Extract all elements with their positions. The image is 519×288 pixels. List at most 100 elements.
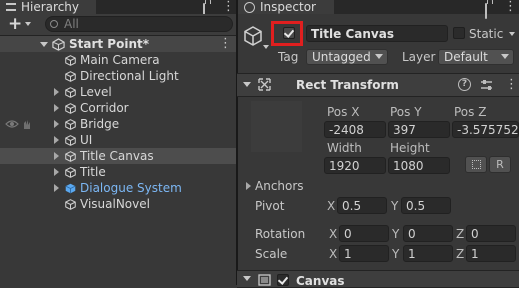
layer-dropdown[interactable]: Default bbox=[438, 49, 514, 65]
rotation-x-field[interactable]: 0 bbox=[339, 225, 389, 242]
more-options-icon[interactable]: ⋮ bbox=[222, 0, 235, 13]
rotation-y-field[interactable]: 0 bbox=[403, 225, 453, 242]
pos-x-label: Pos X bbox=[327, 105, 360, 119]
hierarchy-item-title-canvas[interactable]: Title Canvas bbox=[0, 148, 237, 164]
chevron-down-icon bbox=[25, 22, 32, 26]
rotation-y-label: Y bbox=[392, 227, 400, 241]
hierarchy-item-main-camera[interactable]: Main Camera bbox=[0, 52, 237, 68]
hierarchy-item-level[interactable]: Level bbox=[0, 84, 237, 100]
object-name: Title Canvas bbox=[311, 26, 394, 41]
scale-z-value: 1 bbox=[471, 246, 479, 261]
pos-y-field[interactable]: 397 bbox=[388, 121, 450, 138]
expand-arrow-icon[interactable] bbox=[54, 136, 59, 144]
rect-transform-title: Rect Transform bbox=[296, 78, 399, 92]
lock-icon[interactable] bbox=[485, 3, 487, 19]
pos-z-field[interactable]: -3.575752 bbox=[452, 121, 519, 138]
inspector-tab[interactable]: Inspector bbox=[238, 0, 334, 14]
scale-x-field[interactable]: 1 bbox=[339, 245, 389, 262]
hierarchy-item-bridge[interactable]: Bridge bbox=[0, 116, 237, 132]
collapse-arrow-icon[interactable] bbox=[243, 276, 251, 281]
item-label: UI bbox=[80, 133, 93, 147]
width-field[interactable]: 1920 bbox=[324, 157, 386, 174]
static-checkbox[interactable] bbox=[453, 27, 465, 39]
dotted-square-icon bbox=[471, 160, 481, 169]
gameobject-cube-icon bbox=[65, 54, 76, 66]
width-label: Width bbox=[327, 141, 362, 155]
expand-arrow-icon[interactable] bbox=[40, 41, 48, 47]
tag-dropdown[interactable]: Untagged bbox=[306, 49, 388, 65]
pivot-label: Pivot bbox=[255, 199, 285, 213]
scene-row[interactable]: Start Point* bbox=[0, 36, 237, 52]
help-icon[interactable]: ? bbox=[458, 78, 471, 91]
blueprint-mode-button[interactable] bbox=[465, 156, 487, 173]
pos-x-field[interactable]: -2408 bbox=[324, 121, 386, 138]
rotation-z-label: Z bbox=[456, 227, 465, 241]
preset-sliders-icon[interactable] bbox=[480, 79, 493, 91]
gameobject-cube-icon bbox=[65, 102, 76, 114]
hierarchy-item-visualnovel[interactable]: VisualNovel bbox=[0, 196, 237, 212]
checkmark-icon bbox=[283, 27, 295, 38]
canvas-icon bbox=[258, 274, 271, 286]
gameobject-cube-icon bbox=[65, 118, 76, 130]
hierarchy-tab[interactable]: Hierarchy bbox=[0, 0, 96, 14]
expand-arrow-icon[interactable] bbox=[54, 88, 59, 96]
hierarchy-tab-label: Hierarchy bbox=[21, 0, 80, 14]
collapse-arrow-icon[interactable] bbox=[243, 82, 251, 87]
item-label: Bridge bbox=[80, 117, 120, 131]
object-name-field[interactable]: Title Canvas bbox=[306, 25, 448, 42]
scale-z-label: Z bbox=[456, 247, 465, 261]
tag-value: Untagged bbox=[312, 50, 371, 64]
hierarchy-search-input[interactable]: All bbox=[45, 16, 233, 32]
pickable-hand-icon[interactable] bbox=[22, 119, 32, 130]
scale-y-label: Y bbox=[392, 247, 400, 261]
hierarchy-item-title[interactable]: Title bbox=[0, 164, 237, 180]
static-dropdown-caret[interactable] bbox=[509, 32, 515, 36]
scale-label: Scale bbox=[255, 247, 288, 261]
item-label: Title bbox=[80, 165, 106, 179]
anchors-expand-arrow-icon[interactable] bbox=[246, 182, 251, 190]
pivot-y-field[interactable]: 0.5 bbox=[401, 197, 451, 214]
pos-y-label: Pos Y bbox=[390, 105, 422, 119]
hierarchy-item-directional-light[interactable]: Directional Light bbox=[0, 68, 237, 84]
search-placeholder: All bbox=[64, 17, 79, 31]
expand-arrow-icon[interactable] bbox=[54, 120, 59, 128]
scale-z-field[interactable]: 1 bbox=[466, 245, 516, 262]
raw-edit-button[interactable]: R bbox=[489, 156, 511, 173]
expand-arrow-icon[interactable] bbox=[54, 104, 59, 112]
expand-arrow-icon[interactable] bbox=[54, 152, 59, 160]
rotation-y-value: 0 bbox=[408, 226, 416, 241]
component-options-icon[interactable]: ⋮ bbox=[505, 78, 518, 91]
gameobject-large-icon bbox=[244, 26, 262, 46]
gameobject-cube-icon bbox=[65, 70, 76, 82]
height-label: Height bbox=[390, 141, 430, 155]
expand-arrow-icon[interactable] bbox=[54, 184, 59, 192]
checkmark-icon bbox=[277, 274, 289, 285]
hierarchy-item-dialogue-system[interactable]: Dialogue System bbox=[0, 180, 237, 196]
pivot-y-label: Y bbox=[391, 199, 399, 213]
scale-y-field[interactable]: 1 bbox=[403, 245, 453, 262]
hierarchy-item-corridor[interactable]: Corridor bbox=[0, 100, 237, 116]
pos-z-label: Pos Z bbox=[454, 105, 487, 119]
info-icon bbox=[244, 1, 255, 13]
pivot-x-field[interactable]: 0.5 bbox=[337, 197, 387, 214]
icon-dropdown-caret[interactable] bbox=[263, 45, 269, 49]
add-button[interactable]: + bbox=[8, 15, 36, 32]
search-icon bbox=[50, 20, 58, 28]
list-icon bbox=[6, 3, 16, 11]
anchor-presets-button[interactable] bbox=[251, 101, 302, 152]
width-value: 1920 bbox=[329, 158, 360, 173]
height-field[interactable]: 1080 bbox=[388, 157, 450, 174]
chevron-down-icon bbox=[501, 54, 509, 59]
more-options-icon[interactable]: ⋮ bbox=[504, 0, 517, 13]
hierarchy-item-ui[interactable]: UI bbox=[0, 132, 237, 148]
scene-options-icon[interactable]: ⋮ bbox=[219, 37, 232, 50]
canvas-enabled-checkbox[interactable] bbox=[277, 274, 289, 286]
item-label: Dialogue System bbox=[80, 181, 182, 195]
rect-transform-icon bbox=[258, 78, 271, 91]
visibility-eye-icon[interactable] bbox=[5, 119, 19, 129]
anchors-label[interactable]: Anchors bbox=[255, 179, 304, 193]
pos-z-value: -3.575752 bbox=[457, 122, 519, 137]
rotation-z-field[interactable]: 0 bbox=[466, 225, 516, 242]
active-checkbox[interactable] bbox=[283, 27, 295, 39]
expand-arrow-icon[interactable] bbox=[54, 168, 59, 176]
